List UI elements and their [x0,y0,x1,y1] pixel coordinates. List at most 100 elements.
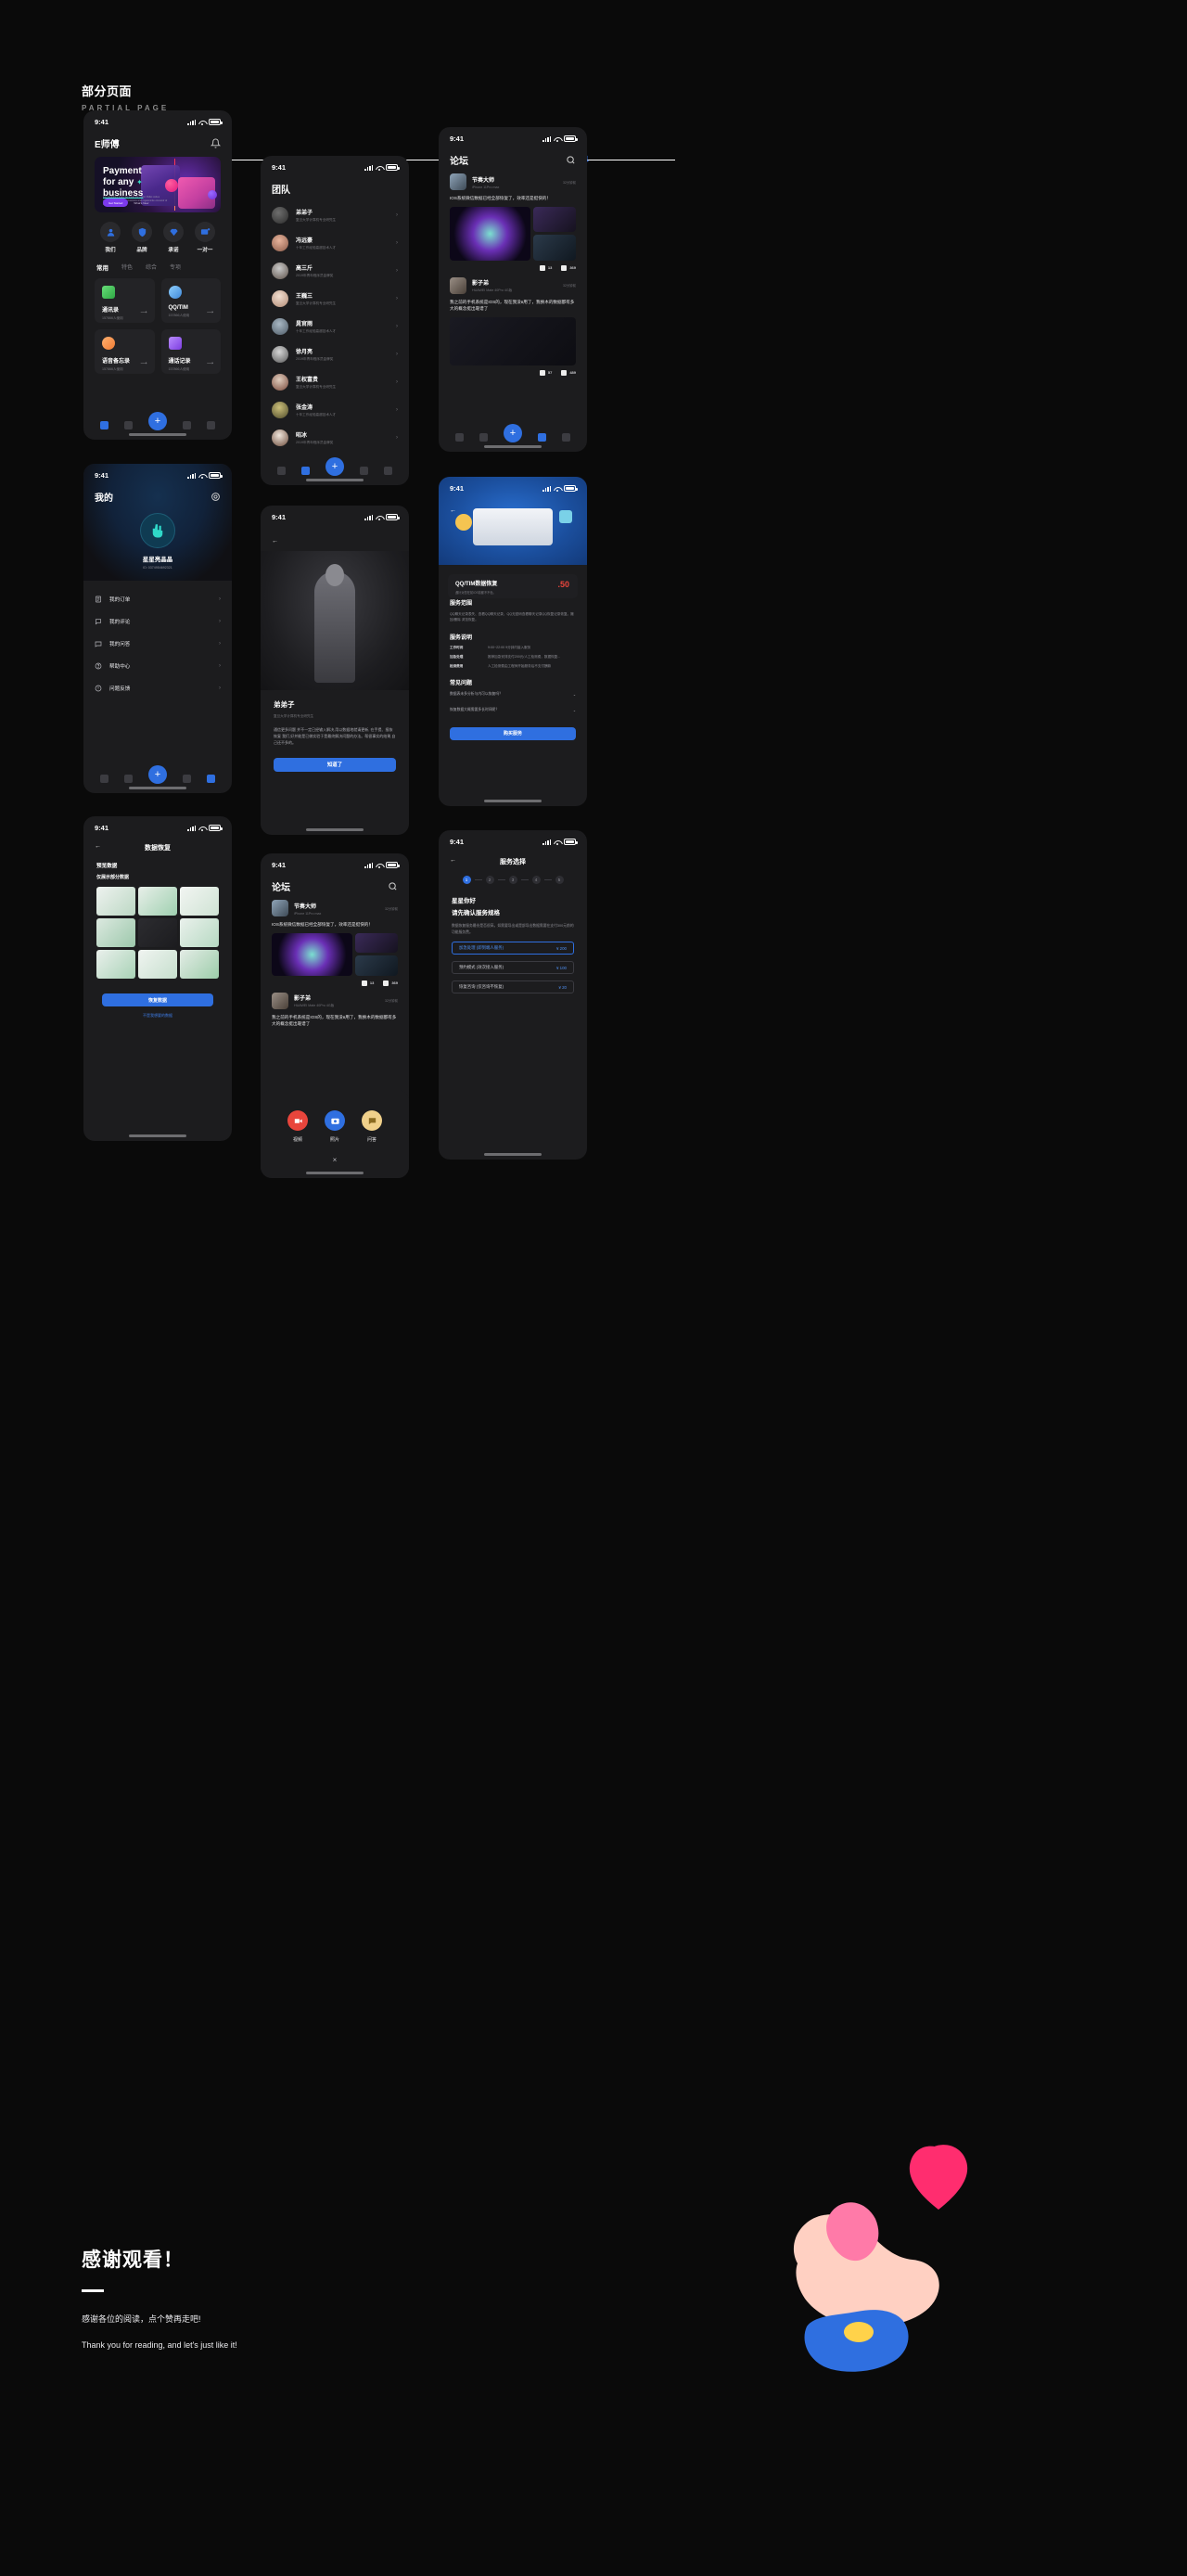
list-item[interactable]: 高三斤 2019年青年程序员金牌奖 › [272,257,398,285]
tab-profile-icon[interactable] [561,432,570,442]
service-card[interactable]: 通话记录 157866人使用 ⟶ [160,329,221,374]
service-card[interactable]: 通讯录 157866人使用 ⟶ [95,278,155,323]
post-image-thumb[interactable] [533,235,576,261]
service-option[interactable]: 加急处理 (即到端人服务) ¥ 200 [452,942,574,955]
step-5[interactable]: 5 [555,876,564,884]
tab-profile-icon[interactable] [206,420,215,429]
avatar[interactable] [140,513,175,548]
list-item[interactable]: 昭冰 2019年青年程序员金牌奖 › [272,424,398,452]
post-views[interactable]: 489 [561,369,576,376]
bell-icon[interactable] [211,138,221,148]
service-card[interactable]: 语音备忘录 157866人使用 ⟶ [95,329,155,374]
tab-常用[interactable]: 常用 [96,263,108,272]
forum-post[interactable]: 节奏大师 iPhone 11Pro max 32分钟前 IOS系统微信数据已经全… [261,893,409,986]
buy-service-button[interactable]: 购买服务 [450,726,576,740]
quick-action-one-on-one[interactable]: 一对一 [191,222,219,253]
add-button[interactable]: + [503,424,522,442]
post-views[interactable]: 369 [561,264,576,271]
menu-item-feedback[interactable]: 问题反馈 › [95,677,221,699]
menu-item-help[interactable]: 帮助中心 › [95,655,221,677]
tab-message-icon[interactable] [182,420,191,429]
post-likes[interactable]: 57 [539,369,552,376]
faq-item[interactable]: 数据表未多分析与内可以恢复吗？ ⌄ [450,686,576,702]
post-image-main[interactable] [272,932,353,976]
preview-thumb[interactable] [96,918,135,947]
action-video[interactable]: 视频 [287,1110,308,1143]
quick-action-brand[interactable]: 品牌 [128,222,156,253]
action-photo[interactable]: 照片 [325,1110,345,1143]
menu-item-comments[interactable]: 我的评论 › [95,610,221,633]
list-item[interactable]: 晁官雨 十年工作经验高超技术人才 › [272,313,398,340]
post-likes[interactable]: 13 [539,264,552,271]
tab-forum-icon[interactable] [479,432,489,442]
step-2[interactable]: 2 [485,876,494,884]
back-button[interactable]: ← [95,843,101,850]
service-option[interactable]: 恢复咨询 (仅咨询不恢复) ¥ 20 [452,980,574,994]
confirm-button[interactable]: 知道了 [274,757,396,772]
quick-action-promise[interactable]: 承诺 [160,222,187,253]
quick-action-us[interactable]: 我们 [96,222,124,253]
step-1[interactable]: 1 [462,876,471,884]
tab-home-icon[interactable] [455,432,465,442]
search-icon[interactable] [566,155,576,165]
faq-item[interactable]: 恢复数据大概需要多长时间呢？ ⌄ [450,702,576,718]
close-icon[interactable]: × [261,1156,409,1164]
post-views[interactable]: 369 [383,980,398,986]
tab-特色[interactable]: 特色 [121,263,133,272]
list-item[interactable]: 弟弟子 复旦大学计算机专业研究生 › [272,201,398,229]
post-image-thumb[interactable] [355,955,398,976]
post-image-main[interactable] [450,206,531,261]
tab-forum-icon[interactable] [301,466,311,475]
preview-thumb[interactable] [96,887,135,916]
tab-综合[interactable]: 综合 [146,263,157,272]
preview-thumb[interactable] [180,887,219,916]
menu-item-questions[interactable]: 我的问答 › [95,633,221,655]
step-3[interactable]: 3 [508,876,517,884]
not-my-data-link[interactable]: 不是我想要的数据 [83,1013,232,1019]
tab-专项[interactable]: 专项 [170,263,181,272]
service-option[interactable]: 预约模式 (效次接入服务) ¥ 100 [452,961,574,975]
tab-home-icon[interactable] [100,420,109,429]
list-item[interactable]: 徐月亮 2019年青年程序员金牌奖 › [272,340,398,368]
preview-thumb[interactable] [138,918,177,947]
tab-message-icon[interactable] [359,466,368,475]
preview-thumb[interactable] [180,950,219,979]
back-button[interactable]: ← [272,538,278,545]
service-card[interactable]: QQ/TIM 157866人使用 ⟶ [160,278,221,323]
preview-thumb[interactable] [96,950,135,979]
post-image-thumb[interactable] [533,206,576,233]
back-button[interactable]: ← [450,857,456,864]
tab-profile-icon[interactable] [206,774,215,783]
banner-link[interactable]: What's New [134,201,148,205]
list-item[interactable]: 王权富贵 复旦大学计算机专业研究生 › [272,368,398,396]
tab-home-icon[interactable] [100,774,109,783]
list-item[interactable]: 王巍三 复旦大学计算机专业研究生 › [272,285,398,313]
preview-thumb[interactable] [138,887,177,916]
forum-post[interactable]: 节奏大师 iPhone 11Pro max 32分钟前 IOS系统微信数据已经全… [439,167,587,271]
forum-post[interactable]: 影子弟 HUAWEI Mate 40Pro 4G版 32分钟前 我之前的手机系统… [439,271,587,376]
add-button[interactable]: + [325,457,344,476]
step-4[interactable]: 4 [531,876,541,884]
tab-forum-icon[interactable] [124,774,134,783]
search-icon[interactable] [388,881,398,891]
recover-data-button[interactable]: 恢复数据 [102,993,213,1006]
promo-banner[interactable]: Payment for any ✦ business For condition… [95,157,221,212]
post-image-thumb[interactable] [355,932,398,954]
list-item[interactable]: 张金涛 十年工作经验高超技术人才 › [272,396,398,424]
action-qa[interactable]: 问答 [362,1110,382,1143]
post-likes[interactable]: 13 [361,980,374,986]
tab-profile-icon[interactable] [383,466,392,475]
preview-thumb[interactable] [180,918,219,947]
gear-icon[interactable] [211,492,221,502]
post-image-main[interactable] [450,316,576,365]
banner-cta-button[interactable]: Get Started [103,199,129,207]
list-item[interactable]: 冯远豪 十年工作经验高超技术人才 › [272,229,398,257]
add-button[interactable]: + [147,412,167,430]
tab-home-icon[interactable] [277,466,287,475]
tab-forum-icon[interactable] [124,420,134,429]
add-button[interactable]: + [147,765,167,784]
tab-message-icon[interactable] [537,432,546,442]
back-button[interactable]: ← [450,507,456,514]
forum-post[interactable]: 影子弟 HUAWEI Mate 40Pro 4G版 32分钟前 我之前的手机系统… [261,986,409,1028]
tab-message-icon[interactable] [182,774,191,783]
